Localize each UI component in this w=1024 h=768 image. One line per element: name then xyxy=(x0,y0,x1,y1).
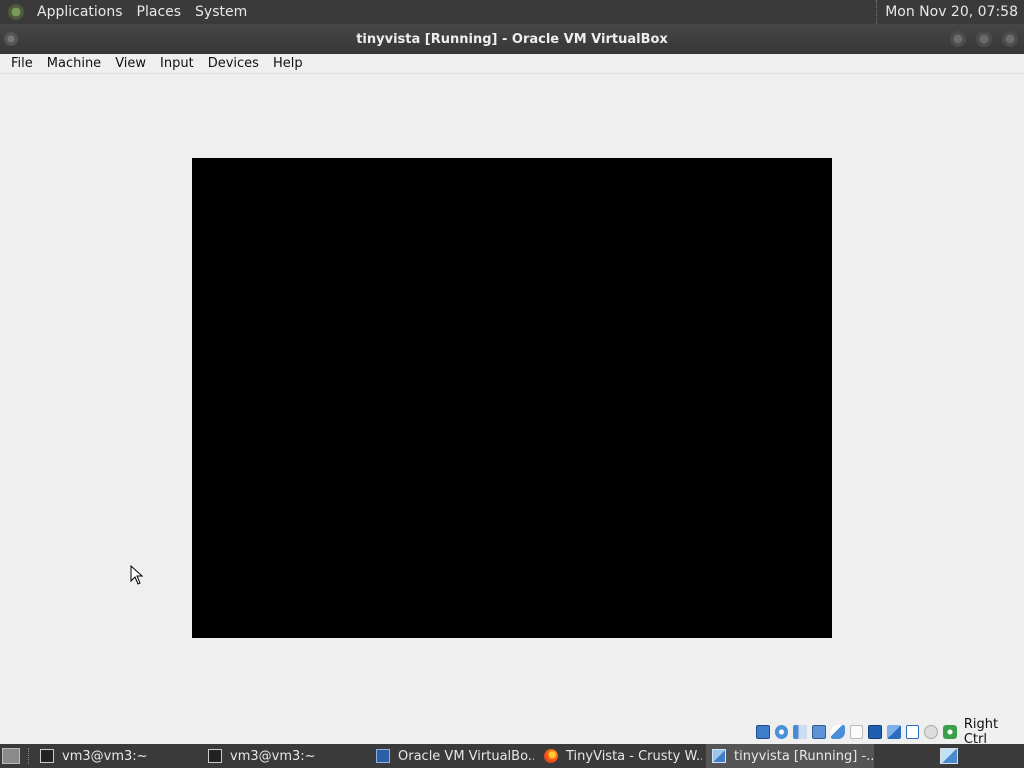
keyboard-icon[interactable] xyxy=(943,725,957,739)
taskbar-item-virtualbox-manager[interactable]: Oracle VM VirtualBo... xyxy=(370,744,534,768)
vm-display[interactable] xyxy=(192,158,832,638)
applications-menu[interactable]: Applications xyxy=(30,0,130,24)
audio-icon[interactable] xyxy=(793,725,808,739)
clock[interactable]: Mon Nov 20, 07:58 xyxy=(876,0,1024,24)
window-titlebar[interactable]: tinyvista [Running] - Oracle VM VirtualB… xyxy=(0,24,1024,54)
places-menu[interactable]: Places xyxy=(130,0,189,24)
taskbar-item-terminal-2[interactable]: vm3@vm3:~ xyxy=(202,744,366,768)
shared-folders-icon[interactable] xyxy=(849,725,864,739)
taskbar-item-tinyvista[interactable]: tinyvista [Running] -... xyxy=(706,744,874,768)
top-panel-menu: Applications Places System xyxy=(0,0,254,24)
task-label: TinyVista - Crusty W... xyxy=(566,748,702,764)
mouse-integration-icon[interactable] xyxy=(924,725,939,739)
task-label: vm3@vm3:~ xyxy=(62,748,148,764)
menu-file[interactable]: File xyxy=(4,54,40,74)
task-label: vm3@vm3:~ xyxy=(230,748,316,764)
system-menu[interactable]: System xyxy=(188,0,254,24)
capture-icon[interactable] xyxy=(905,725,920,739)
menu-help[interactable]: Help xyxy=(266,54,310,74)
firefox-icon xyxy=(544,749,558,763)
taskbar-item-terminal-1[interactable]: vm3@vm3:~ xyxy=(34,744,198,768)
taskbar: vm3@vm3:~ vm3@vm3:~ Oracle VM VirtualBo.… xyxy=(0,744,1024,768)
task-label: tinyvista [Running] -... xyxy=(734,748,874,764)
menu-input[interactable]: Input xyxy=(153,54,201,74)
mate-logo-icon[interactable] xyxy=(8,4,24,20)
hard-disk-icon[interactable] xyxy=(756,725,770,739)
optical-drive-icon[interactable] xyxy=(774,725,789,739)
close-button[interactable] xyxy=(1002,31,1018,47)
display-icon[interactable] xyxy=(868,725,882,739)
network-icon[interactable] xyxy=(812,725,826,739)
virtualbox-icon xyxy=(376,749,390,763)
top-panel: Applications Places System Mon Nov 20, 0… xyxy=(0,0,1024,24)
maximize-button[interactable] xyxy=(976,31,992,47)
mouse-cursor-icon xyxy=(130,565,144,585)
host-key-label: Right Ctrl xyxy=(963,717,999,747)
taskbar-grip xyxy=(28,748,31,764)
window-menu-icon[interactable] xyxy=(4,32,18,46)
taskbar-item-firefox[interactable]: TinyVista - Crusty W... xyxy=(538,744,702,768)
minimize-button[interactable] xyxy=(950,31,966,47)
menu-view[interactable]: View xyxy=(108,54,153,74)
menubar: File Machine View Input Devices Help xyxy=(0,54,1024,74)
vm-statusbar: Right Ctrl xyxy=(756,717,1024,747)
task-label: Oracle VM VirtualBo... xyxy=(398,748,534,764)
show-desktop-icon[interactable] xyxy=(2,748,20,764)
window-title: tinyvista [Running] - Oracle VM VirtualB… xyxy=(356,31,668,47)
vm-window-icon xyxy=(712,749,726,763)
menu-machine[interactable]: Machine xyxy=(40,54,108,74)
recording-icon[interactable] xyxy=(887,725,901,739)
workspace-switcher-icon[interactable] xyxy=(940,748,958,764)
terminal-icon xyxy=(208,749,222,763)
terminal-icon xyxy=(40,749,54,763)
menu-devices[interactable]: Devices xyxy=(201,54,266,74)
usb-icon[interactable] xyxy=(830,725,845,739)
